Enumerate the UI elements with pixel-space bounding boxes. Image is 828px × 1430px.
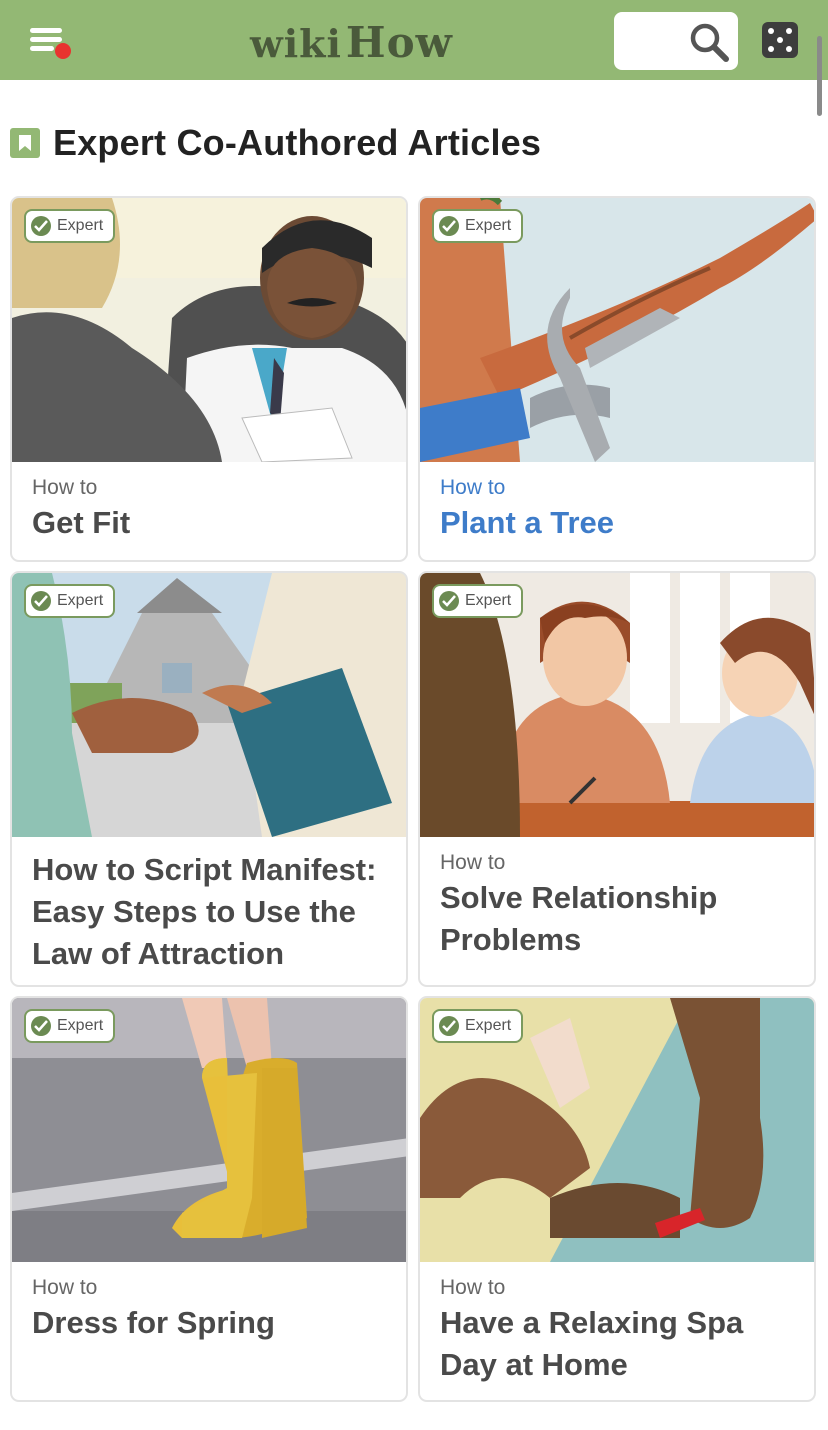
badge-label: Expert xyxy=(57,217,104,234)
section-header: Expert Co-Authored Articles xyxy=(10,120,541,166)
expert-badge: Expert xyxy=(24,1009,116,1043)
article-title[interactable]: Have a Relaxing Spa Day at Home xyxy=(440,1302,798,1386)
article-card-relaxing-spa-day[interactable]: Expert How to Have a Relaxing Spa Day at… xyxy=(418,996,816,1402)
logo-how: How xyxy=(345,18,453,67)
expert-badge: Expert xyxy=(432,1009,524,1043)
checkmark-icon xyxy=(31,216,51,236)
article-card-dress-for-spring[interactable]: Expert How to Dress for Spring xyxy=(10,996,408,1402)
search-icon[interactable] xyxy=(688,21,730,63)
article-title[interactable]: Get Fit xyxy=(32,502,390,544)
scrollbar[interactable] xyxy=(817,36,822,116)
article-prefix: How to xyxy=(440,476,506,499)
logo-wiki: wiki xyxy=(250,21,342,66)
article-prefix: How to xyxy=(32,476,98,499)
article-card-plant-a-tree[interactable]: Expert How to Plant a Tree xyxy=(418,196,816,562)
search-input[interactable] xyxy=(614,12,738,70)
article-title[interactable]: Dress for Spring xyxy=(32,1302,390,1344)
checkmark-icon xyxy=(31,591,51,611)
wikihow-logo[interactable]: wiki How xyxy=(250,18,453,67)
article-title[interactable]: Plant a Tree xyxy=(440,502,798,544)
checkmark-icon xyxy=(31,1016,51,1036)
badge-label: Expert xyxy=(57,1017,104,1034)
article-title[interactable]: How to Script Manifest: Easy Steps to Us… xyxy=(32,849,390,975)
expert-badge: Expert xyxy=(24,209,116,243)
badge-label: Expert xyxy=(465,217,512,234)
notification-dot xyxy=(55,43,71,59)
hamburger-menu-icon[interactable] xyxy=(26,22,72,62)
expert-badge: Expert xyxy=(432,584,524,618)
article-prefix: How to xyxy=(440,851,506,874)
badge-label: Expert xyxy=(465,592,512,609)
article-card-script-manifest[interactable]: Expert How to Script Manifest: Easy Step… xyxy=(10,571,408,987)
checkmark-icon xyxy=(439,591,459,611)
article-card-solve-relationship-problems[interactable]: Expert How to Solve Relationship Problem… xyxy=(418,571,816,987)
checkmark-icon xyxy=(439,1016,459,1036)
top-bar: wiki How xyxy=(0,0,828,80)
badge-label: Expert xyxy=(465,1017,512,1034)
expert-badge: Expert xyxy=(24,584,116,618)
checkmark-icon xyxy=(439,216,459,236)
article-prefix: How to xyxy=(440,1276,506,1299)
expert-badge: Expert xyxy=(432,209,524,243)
article-title[interactable]: Solve Relationship Problems xyxy=(440,877,798,961)
section-title: Expert Co-Authored Articles xyxy=(53,122,542,163)
article-card-get-fit[interactable]: Expert How to Get Fit xyxy=(10,196,408,562)
badge-label: Expert xyxy=(57,592,104,609)
dice-icon[interactable] xyxy=(762,22,798,58)
article-prefix: How to xyxy=(32,1276,98,1299)
bookmark-icon xyxy=(10,128,40,158)
